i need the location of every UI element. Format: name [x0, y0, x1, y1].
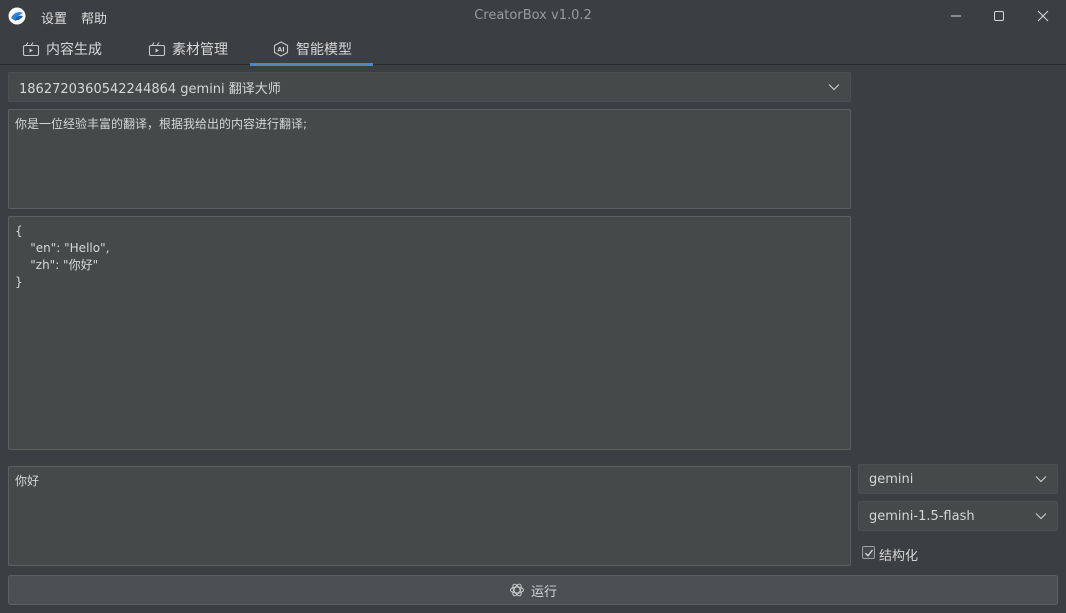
menu-help[interactable]: 帮助	[81, 8, 107, 27]
chevron-down-icon	[1035, 513, 1047, 520]
maximize-button[interactable]	[977, 0, 1021, 32]
video-icon	[148, 41, 166, 56]
prompt-select-value: 1862720360542244864 gemini 翻译大师	[19, 81, 281, 97]
tab-content-generation[interactable]: 内容生成	[0, 32, 124, 65]
tab-label: 内容生成	[46, 41, 102, 58]
run-button-label: 运行	[530, 584, 557, 600]
window-title: CreatorBox v1.0.2	[474, 8, 592, 23]
close-icon	[1037, 10, 1049, 22]
checkmark-icon	[864, 549, 873, 557]
prompt-select[interactable]: 1862720360542244864 gemini 翻译大师	[8, 72, 851, 102]
svg-text:AI: AI	[277, 45, 284, 53]
ai-icon: AI	[273, 40, 289, 57]
tab-label: 智能模型	[296, 41, 352, 58]
structured-label: 结构化	[879, 549, 919, 564]
input-textarea[interactable]: 你好	[8, 466, 851, 566]
system-prompt-text: 你是一位经验丰富的翻译，根据我给出的内容进行翻译;	[15, 117, 308, 131]
input-text: 你好	[15, 474, 40, 488]
provider-select-value: gemini	[869, 471, 914, 487]
title-bar: 设置 帮助 CreatorBox v1.0.2	[0, 0, 1066, 32]
chevron-down-icon	[1035, 476, 1047, 483]
output-text: { "en": "Hello", "zh": "你好" }	[15, 224, 110, 289]
maximize-icon	[994, 11, 1004, 21]
provider-select[interactable]: gemini	[858, 464, 1058, 494]
minimize-button[interactable]	[934, 0, 978, 32]
openai-icon	[509, 583, 524, 597]
system-prompt-textarea[interactable]: 你是一位经验丰富的翻译，根据我给出的内容进行翻译;	[8, 109, 851, 209]
structured-checkbox[interactable]	[862, 546, 875, 559]
run-button[interactable]: 运行	[8, 575, 1058, 605]
app-logo-icon	[8, 7, 26, 25]
video-icon	[22, 41, 40, 56]
model-select-value: gemini-1.5-flash	[869, 508, 975, 524]
tab-material-management[interactable]: 素材管理	[126, 32, 250, 65]
tab-label: 素材管理	[172, 41, 228, 58]
model-select[interactable]: gemini-1.5-flash	[858, 501, 1058, 531]
tab-bar: 内容生成 素材管理 AI 智能模型	[0, 32, 1066, 66]
output-textarea[interactable]: { "en": "Hello", "zh": "你好" }	[8, 216, 851, 450]
minimize-icon	[951, 15, 961, 17]
tab-ai-model[interactable]: AI 智能模型	[250, 32, 373, 66]
menu-settings[interactable]: 设置	[41, 8, 67, 27]
close-button[interactable]	[1021, 0, 1065, 32]
chevron-down-icon	[828, 84, 840, 91]
